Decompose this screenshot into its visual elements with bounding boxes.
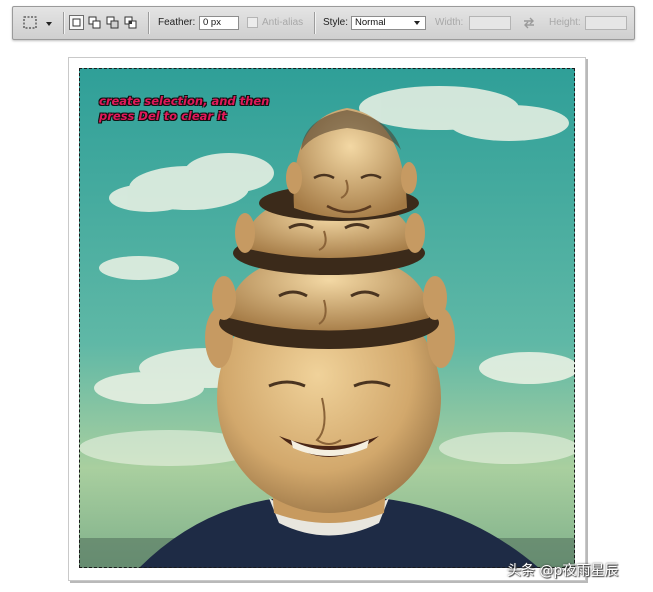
instruction-text: create selection, and then press Del to … xyxy=(99,94,299,124)
width-label: Width: xyxy=(435,17,464,28)
watermark-text: 头条 @p夜雨星辰 xyxy=(507,563,619,579)
intersect-with-selection-button[interactable] xyxy=(124,16,137,29)
photo-image xyxy=(79,68,575,568)
instruction-line-1: create selection, and then xyxy=(99,94,270,108)
swap-arrows-icon[interactable] xyxy=(522,17,536,29)
chevron-down-icon xyxy=(414,21,420,25)
style-select[interactable]: Normal xyxy=(351,16,426,30)
instruction-line-2: press Del to clear it xyxy=(99,109,227,123)
chevron-down-icon xyxy=(46,22,52,26)
add-to-selection-button[interactable] xyxy=(88,16,101,29)
height-label: Height: xyxy=(549,17,581,28)
separator xyxy=(63,12,65,34)
anti-alias-checkbox[interactable] xyxy=(247,17,258,28)
intersect-with-selection-icon xyxy=(124,16,137,29)
new-selection-button[interactable] xyxy=(69,15,84,30)
feather-label: Feather: xyxy=(158,17,196,28)
new-selection-icon xyxy=(72,18,81,27)
height-input[interactable] xyxy=(585,16,627,30)
add-to-selection-icon xyxy=(88,16,101,29)
tool-preset-picker[interactable] xyxy=(19,14,55,32)
stacked-heads-photo[interactable] xyxy=(79,68,575,568)
style-label: Style: xyxy=(323,17,349,28)
anti-alias-label: Anti-alias xyxy=(262,17,304,28)
subtract-from-selection-button[interactable] xyxy=(106,16,119,29)
rectangular-marquee-icon xyxy=(23,16,37,29)
separator xyxy=(314,12,316,34)
subtract-from-selection-icon xyxy=(106,16,119,29)
separator xyxy=(148,12,150,34)
tool-options-bar: Feather: 0 px Anti-alias Style: Normal W… xyxy=(12,6,635,40)
style-select-value: Normal xyxy=(355,17,386,28)
feather-input[interactable]: 0 px xyxy=(199,16,239,30)
width-input[interactable] xyxy=(469,16,511,30)
